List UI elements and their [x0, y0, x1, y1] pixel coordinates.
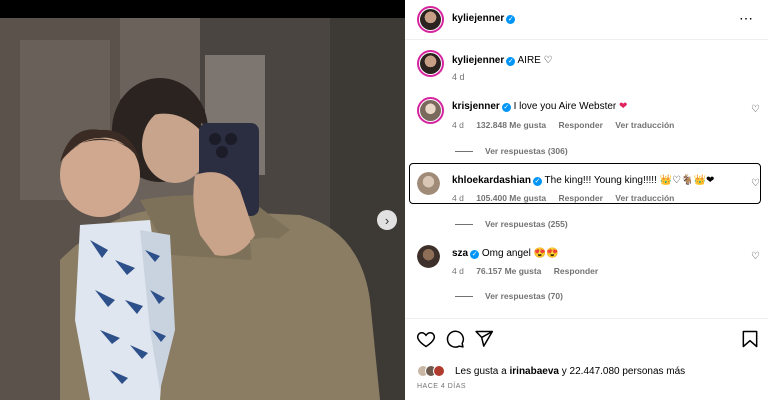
comment-meta: 4 d 76.157 Me gusta Responder	[452, 266, 608, 276]
chevron-right-icon: ›	[384, 212, 390, 228]
heart-outline-icon: ♡	[751, 104, 760, 115]
caption-emoji: ♡	[543, 55, 553, 66]
comment-avatar[interactable]	[417, 245, 440, 268]
verified-badge-icon: ✓	[501, 103, 511, 112]
author-name-row: kyliejenner ✓	[452, 13, 516, 24]
more-options-button[interactable]: ⋯	[739, 10, 754, 27]
caption-username[interactable]: kyliejenner	[452, 55, 504, 66]
comment-likes[interactable]: 105.400 Me gusta	[476, 193, 546, 203]
comment-meta: 4 d 132.848 Me gusta Responder Ver tradu…	[452, 120, 684, 130]
comment-username[interactable]: krisjenner	[452, 101, 500, 112]
view-replies-button[interactable]: Ver respuestas (306)	[455, 146, 568, 156]
comment-username[interactable]: sza	[452, 248, 468, 259]
photo-illustration	[0, 0, 405, 400]
heart-outline-icon: ♡	[751, 178, 760, 189]
reply-button[interactable]: Responder	[559, 193, 603, 203]
likes-count[interactable]: y 22.447.080 personas más	[562, 366, 685, 377]
post-header: kyliejenner ✓ ⋯	[405, 0, 768, 40]
liker-avatars	[417, 365, 445, 377]
comment-age[interactable]: 4 d	[452, 266, 464, 276]
avatar	[433, 365, 445, 377]
comment-avatar[interactable]	[417, 172, 440, 195]
comment-like-button[interactable]: ♡	[751, 178, 760, 189]
bookmark-icon[interactable]	[741, 329, 759, 349]
comment-emoji: 👑♡🐐👑❤	[659, 175, 715, 186]
verified-badge-icon: ✓	[470, 250, 480, 259]
comment-text-row: sza ✓ Omg angel 😍😍	[452, 248, 559, 259]
author-avatar[interactable]	[417, 6, 444, 33]
verified-badge-icon: ✓	[532, 177, 542, 186]
comment-text-row: krisjenner ✓ I love you Aire Webster ❤	[452, 101, 627, 112]
comment-text: The king!!! Young king!!!!!	[544, 175, 657, 186]
next-photo-button[interactable]: ›	[377, 210, 397, 230]
caption-age[interactable]: 4 d	[452, 72, 465, 82]
comment-like-button[interactable]: ♡	[751, 104, 760, 115]
verified-badge-icon: ✓	[506, 57, 516, 66]
comment-emoji: 😍😍	[533, 248, 559, 259]
comment-like-button[interactable]: ♡	[751, 251, 760, 262]
comment-emoji: ❤	[619, 101, 628, 112]
reply-button[interactable]: Responder	[559, 120, 603, 130]
comment-avatar[interactable]	[417, 97, 444, 124]
post-side-panel: kyliejenner ✓ ⋯ kyliejenner ✓ AIRE ♡ 4 d k…	[405, 0, 768, 400]
caption-text: AIRE	[517, 55, 541, 66]
comment-likes[interactable]: 132.848 Me gusta	[476, 120, 546, 130]
caption-meta: 4 d	[452, 72, 477, 82]
share-icon[interactable]	[474, 329, 494, 349]
instagram-post-view: › kyliejenner ✓ ⋯ kyliejenner ✓ AIRE ♡ 4 d	[0, 0, 768, 400]
comment-text: I love you Aire Webster	[513, 101, 617, 112]
likes-summary: Les gusta a irinabaeva y 22.447.080 pers…	[417, 365, 685, 377]
caption-avatar[interactable]	[417, 50, 444, 77]
comment-meta: 4 d 105.400 Me gusta Responder Ver tradu…	[452, 193, 684, 203]
caption: kyliejenner ✓ AIRE ♡	[452, 55, 553, 66]
heart-icon[interactable]	[416, 329, 436, 349]
verified-badge-icon: ✓	[506, 15, 516, 24]
comment-text-row: khloekardashian ✓ The king!!! Young king!…	[452, 175, 714, 186]
post-photo[interactable]: ›	[0, 0, 405, 400]
liker-username[interactable]: irinabaeva	[510, 366, 559, 377]
view-replies-button[interactable]: Ver respuestas (255)	[455, 219, 568, 229]
comment-age[interactable]: 4 d	[452, 120, 464, 130]
author-username[interactable]: kyliejenner	[452, 13, 504, 24]
comment-likes[interactable]: 76.157 Me gusta	[476, 266, 541, 276]
translate-button[interactable]: Ver traducción	[615, 120, 674, 130]
comment-icon[interactable]	[445, 329, 465, 349]
action-bar: Les gusta a irinabaeva y 22.447.080 pers…	[405, 318, 768, 400]
reply-button[interactable]: Responder	[554, 266, 598, 276]
view-replies-button[interactable]: Ver respuestas (70)	[455, 291, 563, 301]
heart-outline-icon: ♡	[751, 251, 760, 262]
comment-text: Omg angel	[481, 248, 531, 259]
comment-username[interactable]: khloekardashian	[452, 175, 531, 186]
more-icon: ⋯	[739, 10, 754, 26]
translate-button[interactable]: Ver traducción	[615, 193, 674, 203]
likes-prefix: Les gusta a	[455, 365, 507, 377]
post-date[interactable]: HACE 4 DÍAS	[417, 383, 466, 390]
comment-age[interactable]: 4 d	[452, 193, 464, 203]
